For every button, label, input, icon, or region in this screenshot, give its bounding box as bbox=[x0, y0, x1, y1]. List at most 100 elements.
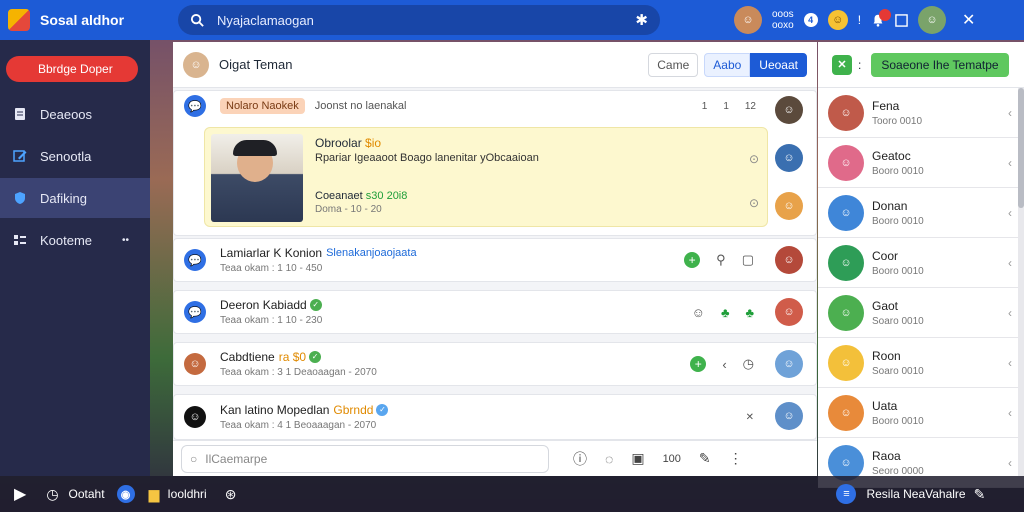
more-icon[interactable]: •• bbox=[122, 235, 129, 246]
doc-icon bbox=[12, 106, 28, 122]
list-item[interactable]: 💬 Lamiarlar K Konion Slenakanjoaojaata T… bbox=[173, 238, 817, 282]
info-icon[interactable]: ⊙ bbox=[749, 152, 759, 166]
contact-status: Booro 0010 bbox=[872, 215, 924, 227]
notification-count[interactable]: 4 bbox=[803, 13, 818, 27]
participant-avatar[interactable]: ☺ bbox=[775, 96, 803, 124]
sidebar-item-kooteme[interactable]: Kooteme •• bbox=[0, 220, 150, 260]
participant-avatar[interactable]: ☺ bbox=[775, 350, 803, 378]
clock-icon[interactable]: ◷ bbox=[46, 486, 58, 503]
clock-icon[interactable]: ◷ bbox=[743, 356, 754, 372]
help-icon[interactable]: ⓘ bbox=[573, 449, 587, 469]
app-icon[interactable]: ◉ bbox=[116, 485, 135, 503]
search-icon bbox=[190, 13, 205, 28]
featured-item[interactable]: Obroolar $io Rpariar Igeaaoot Boago lane… bbox=[204, 127, 768, 227]
search-bar[interactable]: Nyajaclamaogan ✱ bbox=[178, 5, 660, 35]
sidebar-item-dafiking[interactable]: Dafiking bbox=[0, 178, 150, 218]
chat-bubble-icon: 💬 bbox=[184, 249, 206, 271]
close-icon[interactable]: ✕ bbox=[962, 10, 975, 30]
user-avatar[interactable]: ☺ bbox=[734, 6, 762, 34]
chevron-left-icon[interactable]: ‹ bbox=[1008, 406, 1012, 420]
participant-avatar[interactable]: ☺ bbox=[775, 144, 803, 172]
contact-status: Booro 0010 bbox=[872, 165, 924, 177]
contact-item[interactable]: ☺ Geatoc Booro 0010 ‹ bbox=[818, 138, 1024, 188]
contact-item[interactable]: ☺ Roon Soaro 0010 ‹ bbox=[818, 338, 1024, 388]
status-icon[interactable]: ≡ bbox=[836, 484, 857, 504]
chevron-left-icon[interactable]: ‹ bbox=[1008, 106, 1012, 120]
featured-stat-label: Coeanaet bbox=[315, 190, 363, 202]
info-icon[interactable]: ⊙ bbox=[749, 196, 759, 210]
smile-icon[interactable]: ☺ bbox=[692, 305, 705, 320]
message-placeholder: IlCaemarpe bbox=[205, 451, 268, 466]
item-title: Lamiarlar K Konion bbox=[220, 246, 323, 260]
chevron-left-icon[interactable]: ‹ bbox=[1008, 356, 1012, 370]
sidebar: Bbrdge Doper Deaeoos Senootla Dafiking K… bbox=[0, 40, 150, 476]
item-sub: Teaa okam : 1 10 - 230 bbox=[220, 315, 323, 326]
play-icon[interactable]: ▶ bbox=[14, 484, 26, 504]
contact-item[interactable]: ☺ Donan Booro 0010 ‹ bbox=[818, 188, 1024, 238]
contact-item[interactable]: ☺ Fena Tooro 0010 ‹ bbox=[818, 88, 1024, 138]
square-icon[interactable]: ▢ bbox=[742, 252, 754, 268]
chat-title: Oigat Teman bbox=[219, 57, 293, 72]
group-icon: ✕ bbox=[832, 54, 852, 75]
participant-avatar[interactable]: ☺ bbox=[775, 298, 803, 326]
contact-name: Donan bbox=[872, 198, 908, 213]
contacts-scroll-thumb[interactable] bbox=[1018, 88, 1024, 208]
participant-avatar[interactable]: ☺ bbox=[775, 192, 803, 220]
contact-avatar: ☺ bbox=[828, 344, 864, 381]
bell-icon[interactable] bbox=[871, 9, 892, 27]
post-meta-2: 1 bbox=[723, 100, 729, 112]
segment-button-1[interactable]: Aabo bbox=[704, 52, 751, 77]
item-link[interactable]: Slenakanjoaojaata bbox=[326, 247, 417, 259]
search-input[interactable]: Nyajaclamaogan bbox=[217, 13, 635, 28]
contact-item[interactable]: ☺ Gaot Soaro 0010 ‹ bbox=[818, 288, 1024, 338]
chevron-left-icon[interactable]: ‹ bbox=[1008, 206, 1012, 220]
edit-icon[interactable]: ✎ bbox=[699, 450, 711, 467]
add-icon[interactable]: + bbox=[684, 252, 701, 268]
primary-action-button[interactable]: Bbrdge Doper bbox=[6, 56, 138, 82]
folder-icon[interactable]: ▆ bbox=[149, 486, 160, 503]
calendar-icon[interactable]: ▣ bbox=[631, 450, 644, 467]
more-vertical-icon[interactable]: ⋮ bbox=[729, 450, 743, 467]
arrow-icon[interactable]: ‹ bbox=[722, 357, 726, 372]
profile-avatar[interactable]: ☺ bbox=[918, 6, 947, 34]
item-highlight: ra $0 bbox=[278, 350, 307, 364]
chevron-left-icon[interactable]: ‹ bbox=[1008, 256, 1012, 270]
post-tag[interactable]: Nolaro Naokek bbox=[220, 98, 305, 114]
message-input[interactable]: ○ IlCaemarpe bbox=[181, 444, 549, 473]
header-button[interactable]: Came bbox=[648, 52, 699, 77]
contact-status: Booro 0010 bbox=[872, 265, 924, 277]
add-icon[interactable]: + bbox=[690, 356, 707, 372]
post-meta-1: 1 bbox=[701, 100, 708, 112]
chevron-left-icon[interactable]: ‹ bbox=[1008, 156, 1012, 170]
alert-icon[interactable]: ! bbox=[858, 13, 861, 27]
sparkle-icon[interactable]: ✱ bbox=[635, 11, 648, 29]
participant-avatar[interactable]: ☺ bbox=[775, 246, 803, 274]
verified-icon: ✓ bbox=[309, 351, 322, 363]
tree-icon[interactable]: ♣ bbox=[745, 305, 754, 320]
post-card[interactable]: 💬 Nolaro Naokek Joonst no laenakal 1 1 1… bbox=[173, 90, 817, 236]
sidebar-item-deaeoos[interactable]: Deaeoos bbox=[0, 94, 150, 134]
list-item[interactable]: 💬 Deeron Kabiadd ✓ Teaa okam : 1 10 - 23… bbox=[173, 290, 817, 334]
tree-icon[interactable]: ♣ bbox=[721, 305, 730, 320]
contact-item[interactable]: ☺ Uata Booro 0010 ‹ bbox=[818, 388, 1024, 438]
sidebar-item-senootla[interactable]: Senootla bbox=[0, 136, 150, 176]
right-panel-button[interactable]: Soaeone Ihe Tematpe bbox=[871, 52, 1009, 77]
chevron-left-icon[interactable]: ‹ bbox=[1008, 456, 1012, 470]
participant-avatar[interactable]: ☺ bbox=[775, 402, 803, 430]
pin-icon[interactable]: ⚲ bbox=[716, 252, 726, 268]
contact-item[interactable]: ☺ Coor Booro 0010 ‹ bbox=[818, 238, 1024, 288]
emoji-icon[interactable]: ☺ bbox=[827, 10, 848, 30]
list-item[interactable]: ☺ Kan latino Mopedlan Gbrndd ✓ Teaa okam… bbox=[173, 394, 817, 440]
comment-icon[interactable]: ◌ bbox=[605, 451, 613, 467]
window-icon[interactable] bbox=[895, 13, 908, 27]
sidebar-item-label: Deaeoos bbox=[40, 106, 93, 122]
list-item[interactable]: ☺ Cabdtiene ra $0 ✓ Teaa okam : 3 1 Deao… bbox=[173, 342, 817, 386]
colon-separator: : bbox=[858, 57, 862, 72]
chevron-left-icon[interactable]: ‹ bbox=[1008, 306, 1012, 320]
segment-button-2[interactable]: Ueoaat bbox=[750, 52, 807, 77]
contact-status: Soaro 0010 bbox=[872, 365, 924, 377]
edit-icon[interactable]: ✎ bbox=[974, 486, 986, 503]
close-icon[interactable]: ✕ bbox=[746, 412, 754, 423]
globe-icon[interactable]: ⊛ bbox=[225, 486, 237, 503]
contact-avatar: ☺ bbox=[828, 244, 864, 281]
